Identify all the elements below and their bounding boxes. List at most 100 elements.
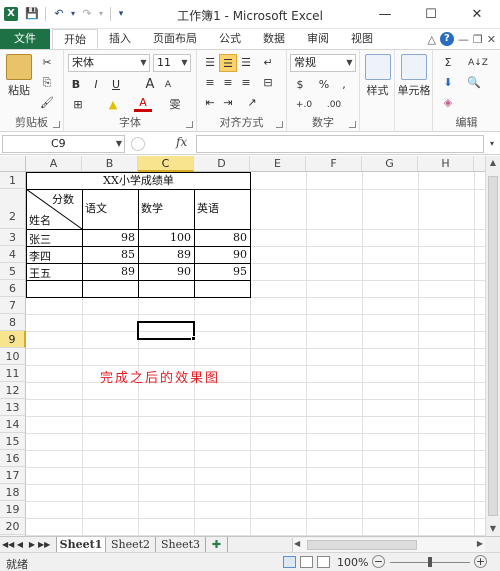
- percent-format-icon[interactable]: %: [317, 76, 331, 94]
- row-header[interactable]: 19: [0, 501, 26, 518]
- row-header[interactable]: 16: [0, 450, 26, 467]
- border-icon[interactable]: ⊞: [68, 96, 88, 114]
- format-painter-icon[interactable]: 🖌: [38, 94, 56, 112]
- font-name-select[interactable]: 宋体 ▼: [68, 54, 150, 72]
- sort-filter-icon[interactable]: A↓Z: [463, 54, 493, 72]
- number-launcher-icon[interactable]: [349, 121, 356, 128]
- score-cell[interactable]: 85: [82, 248, 138, 261]
- font-size-select[interactable]: 11 ▼: [153, 54, 191, 72]
- score-cell[interactable]: 95: [194, 265, 250, 278]
- row-header[interactable]: 5: [0, 263, 26, 280]
- tab-view[interactable]: 视图: [340, 29, 384, 49]
- cut-icon[interactable]: ✂: [38, 54, 56, 72]
- copy-icon[interactable]: ⎘: [38, 74, 56, 92]
- column-header-a[interactable]: A: [26, 156, 82, 172]
- underline-button[interactable]: U: [108, 76, 124, 94]
- align-right-icon[interactable]: ≡: [237, 74, 255, 92]
- shrink-font-button[interactable]: A: [160, 76, 176, 94]
- formula-cancel-icon[interactable]: [131, 137, 145, 151]
- row-header[interactable]: 8: [0, 314, 26, 331]
- row-header[interactable]: 1: [0, 172, 26, 189]
- vertical-scrollbar[interactable]: ▲ ▼: [485, 156, 500, 536]
- student-name[interactable]: 张三: [29, 231, 51, 247]
- clear-icon[interactable]: ◈: [437, 94, 459, 112]
- align-middle-icon[interactable]: ☰: [219, 54, 237, 72]
- horizontal-scrollbar[interactable]: ◀ ▶: [292, 538, 485, 552]
- horizontal-scroll-thumb[interactable]: [307, 540, 417, 550]
- tab-review[interactable]: 审阅: [296, 29, 340, 49]
- row-header[interactable]: 9: [0, 331, 26, 348]
- score-cell[interactable]: 98: [82, 231, 138, 244]
- tab-home[interactable]: 开始: [52, 29, 98, 49]
- score-cell[interactable]: 80: [194, 231, 250, 244]
- help-icon[interactable]: ?: [439, 32, 454, 46]
- student-name[interactable]: 王五: [29, 265, 51, 281]
- scroll-up-icon[interactable]: ▲: [486, 156, 500, 170]
- tab-formulas[interactable]: 公式: [208, 29, 252, 49]
- column-header-g[interactable]: G: [362, 156, 418, 172]
- row-header[interactable]: 10: [0, 348, 26, 365]
- score-cell[interactable]: 100: [138, 231, 194, 244]
- column-header-h[interactable]: H: [418, 156, 474, 172]
- scroll-down-icon[interactable]: ▼: [486, 522, 500, 536]
- score-cell[interactable]: 90: [138, 265, 194, 278]
- undo-icon[interactable]: ↶: [51, 6, 67, 22]
- paste-button[interactable]: 粘贴: [4, 54, 34, 98]
- row-header[interactable]: 2: [0, 189, 26, 229]
- row-header[interactable]: 18: [0, 484, 26, 501]
- align-center-icon[interactable]: ≡: [219, 74, 237, 92]
- clipboard-launcher-icon[interactable]: [53, 121, 60, 128]
- close-button[interactable]: ✕: [454, 0, 500, 29]
- sheet-tab-1[interactable]: Sheet1: [56, 537, 106, 552]
- merge-center-icon[interactable]: ⊟: [259, 74, 277, 92]
- first-sheet-icon[interactable]: ◀◀: [2, 538, 14, 552]
- increase-decimal-icon[interactable]: +.0: [291, 96, 317, 114]
- column-header-b[interactable]: B: [82, 156, 138, 172]
- formula-input[interactable]: [196, 135, 484, 153]
- row-header[interactable]: 12: [0, 382, 26, 399]
- wrap-text-icon[interactable]: ↵: [259, 54, 277, 72]
- zoom-slider-thumb[interactable]: [428, 557, 432, 567]
- comma-format-icon[interactable]: ,: [337, 76, 351, 94]
- increase-indent-icon[interactable]: ⇥: [219, 94, 237, 112]
- last-sheet-icon[interactable]: ▶▶: [38, 538, 50, 552]
- next-sheet-icon[interactable]: ▶: [26, 538, 38, 552]
- column-header-d[interactable]: D: [194, 156, 250, 172]
- result-note[interactable]: 完成之后的效果图: [100, 367, 220, 386]
- select-all-corner[interactable]: [0, 156, 26, 172]
- collapse-ribbon-icon[interactable]: △: [427, 33, 435, 46]
- header-score-label[interactable]: 分数: [52, 191, 74, 207]
- header-name-label[interactable]: 姓名: [29, 212, 51, 228]
- workbook-close-icon[interactable]: ✕: [487, 33, 496, 46]
- scroll-right-icon[interactable]: ▶: [477, 539, 483, 548]
- align-top-icon[interactable]: ☰: [201, 54, 219, 72]
- row-header[interactable]: 17: [0, 467, 26, 484]
- expand-formula-icon[interactable]: ▾: [486, 137, 498, 151]
- bold-button[interactable]: B: [68, 76, 84, 94]
- table-title[interactable]: XX小学成绩单: [26, 173, 251, 189]
- column-header-e[interactable]: E: [250, 156, 306, 172]
- decrease-indent-icon[interactable]: ⇤: [201, 94, 219, 112]
- student-name[interactable]: 李四: [29, 248, 51, 264]
- zoom-in-button[interactable]: +: [474, 555, 487, 568]
- workbook-restore-icon[interactable]: ❐: [473, 33, 483, 46]
- fill-down-icon[interactable]: ⬇: [437, 74, 459, 92]
- customize-qat-icon[interactable]: ▾: [116, 6, 126, 22]
- row-header[interactable]: 15: [0, 433, 26, 450]
- alignment-launcher-icon[interactable]: [276, 121, 283, 128]
- row-header[interactable]: 7: [0, 297, 26, 314]
- row-header[interactable]: 6: [0, 280, 26, 297]
- tab-insert[interactable]: 插入: [98, 29, 142, 49]
- active-cell-c9[interactable]: [137, 321, 195, 340]
- redo-dropdown-icon[interactable]: ▾: [97, 6, 105, 22]
- score-cell[interactable]: 89: [82, 265, 138, 278]
- worksheet-grid[interactable]: A B C D E F G H 1 2 3 4 5 6 7 8 9 10 11 …: [0, 156, 485, 536]
- row-header[interactable]: 3: [0, 229, 26, 246]
- page-layout-view-icon[interactable]: [300, 556, 313, 568]
- prev-sheet-icon[interactable]: ◀: [14, 538, 26, 552]
- row-header[interactable]: 4: [0, 246, 26, 263]
- column-header-c[interactable]: C: [138, 156, 194, 172]
- page-break-view-icon[interactable]: [317, 556, 330, 568]
- column-header-f[interactable]: F: [306, 156, 362, 172]
- row-header[interactable]: 11: [0, 365, 26, 382]
